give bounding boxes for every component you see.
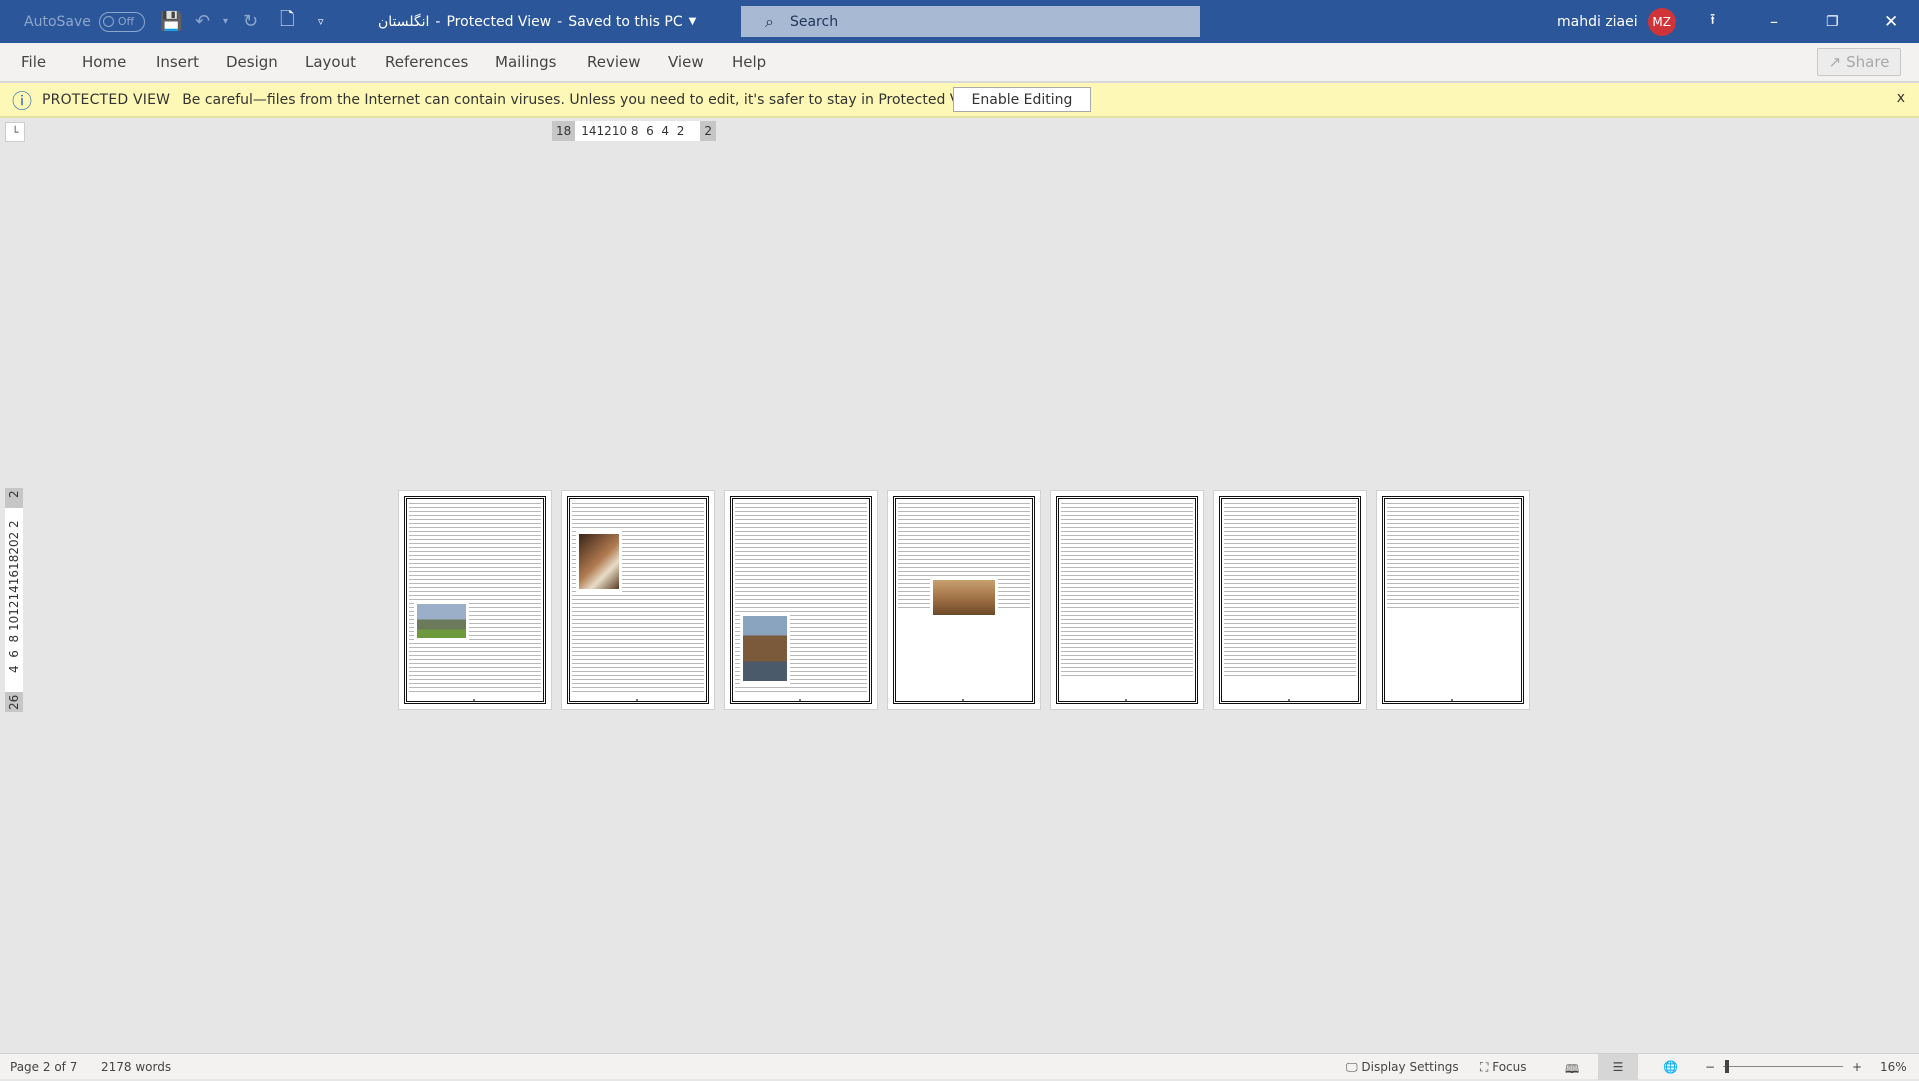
vruler-bottom: 26 — [7, 694, 21, 710]
page-thumbnail[interactable] — [1213, 490, 1367, 710]
new-document-icon[interactable]: 🗋 — [280, 0, 294, 43]
page-number — [1125, 699, 1127, 701]
vertical-ruler[interactable]: 26 4 6 8 1012141618202 2 2 — [5, 488, 23, 712]
share-label: Share — [1846, 53, 1890, 71]
undo-dropdown-icon[interactable]: ▾ — [223, 0, 228, 43]
tab-help[interactable]: Help — [732, 53, 766, 71]
page-text — [1387, 503, 1519, 610]
doc-name: انگلستان — [378, 13, 430, 30]
page-text — [572, 503, 704, 695]
restore-icon[interactable]: ❐ — [1826, 0, 1839, 43]
view-mode: Protected View — [446, 13, 552, 30]
enable-editing-button[interactable]: Enable Editing — [953, 87, 1091, 112]
shield-info-icon: ⓘ — [12, 89, 32, 113]
tab-design[interactable]: Design — [226, 53, 278, 71]
chevron-down-icon: ▼ — [688, 16, 697, 27]
zoom-level[interactable]: 16% — [1880, 1060, 1907, 1074]
page-thumbnail[interactable] — [724, 490, 878, 710]
autosave-toggle[interactable]: AutoSave Off — [24, 0, 145, 43]
tab-mailings[interactable]: Mailings — [495, 53, 556, 71]
page-thumbnail[interactable] — [561, 490, 715, 710]
zoom-slider-thumb[interactable] — [1725, 1060, 1729, 1073]
page-number — [636, 699, 638, 701]
zoom-slider[interactable] — [1723, 1066, 1843, 1067]
ruler-left-margin: 18 — [552, 121, 576, 141]
ribbon-display-options-icon[interactable]: ⭱ — [1710, 0, 1715, 43]
display-icon: 🖵 — [1346, 1060, 1358, 1074]
read-mode-icon[interactable]: 🕮 — [1565, 1060, 1579, 1081]
page-text — [1061, 503, 1193, 676]
focus-icon: ⛶ — [1480, 1060, 1489, 1074]
page-thumbnail[interactable] — [887, 490, 1041, 710]
vruler-ticks: 4 6 8 1012141618202 2 — [7, 519, 21, 673]
search-box[interactable]: ⌕ Search — [741, 6, 1200, 37]
protected-view-message: Be careful—files from the Internet can c… — [182, 91, 987, 108]
autosave-state: Off — [117, 15, 135, 28]
search-icon: ⌕ — [765, 11, 774, 31]
horizontal-ruler[interactable]: 18 141210 8 6 4 2 2 — [552, 121, 716, 141]
page-thumbnail[interactable] — [1050, 490, 1204, 710]
tab-layout[interactable]: Layout — [305, 53, 356, 71]
title-bar: AutoSave Off 💾 ↶ ▾ ↻ 🗋 ▿ انگلستان - Prote… — [0, 0, 1919, 43]
ruler-ticks: 141210 8 6 4 2 — [581, 124, 685, 138]
tab-review[interactable]: Review — [587, 53, 641, 71]
account[interactable]: mahdi ziaei MZ — [1557, 0, 1676, 43]
page-number — [799, 699, 801, 701]
save-state: Saved to this PC — [568, 13, 683, 30]
display-settings-button[interactable]: 🖵 Display Settings — [1346, 1060, 1459, 1075]
page-number — [962, 699, 964, 701]
page-image — [930, 577, 998, 618]
page-image — [576, 531, 622, 592]
web-layout-icon[interactable]: 🌐 — [1663, 1060, 1678, 1074]
document-title[interactable]: انگلستان - Protected View - Saved to this … — [378, 0, 696, 43]
close-bar-icon[interactable]: x — [1897, 90, 1905, 106]
page-image — [414, 601, 469, 641]
page-number — [1288, 699, 1290, 701]
page-count[interactable]: Page 2 of 7 — [10, 1060, 77, 1074]
search-placeholder: Search — [789, 13, 839, 30]
tab-file[interactable]: File — [21, 53, 46, 71]
close-icon[interactable]: ✕ — [1884, 0, 1898, 43]
tab-home[interactable]: Home — [82, 53, 126, 71]
ribbon-tabs: File Home Insert Design Layout Reference… — [0, 43, 1919, 81]
tab-insert[interactable]: Insert — [156, 53, 199, 71]
avatar: MZ — [1647, 7, 1676, 36]
save-icon[interactable]: 💾 — [160, 0, 182, 43]
customize-toolbar-icon[interactable]: ▿ — [318, 0, 324, 43]
share-icon: ↗ — [1828, 53, 1842, 71]
undo-icon[interactable]: ↶ — [195, 0, 210, 43]
page-thumbnail[interactable] — [1376, 490, 1530, 710]
page-number — [473, 699, 475, 701]
status-bar: Page 2 of 7 2178 words 🖵 Display Setting… — [0, 1053, 1919, 1081]
tab-view[interactable]: View — [668, 53, 704, 71]
vruler-top: 2 — [7, 490, 21, 498]
tab-references[interactable]: References — [385, 53, 468, 71]
focus-button[interactable]: ⛶ Focus — [1480, 1060, 1527, 1075]
tab-selector[interactable]: └ — [5, 122, 25, 142]
share-button[interactable]: ↗ Share — [1817, 48, 1901, 76]
word-count[interactable]: 2178 words — [101, 1060, 171, 1074]
protected-view-bar: ⓘ PROTECTED VIEW Be careful—files from t… — [0, 81, 1919, 118]
page-image — [740, 613, 790, 684]
page-number — [1451, 699, 1453, 701]
redo-icon[interactable]: ↻ — [243, 0, 258, 43]
page-text — [409, 503, 541, 695]
ruler-right-margin: 2 — [700, 121, 716, 141]
protected-view-title: PROTECTED VIEW — [42, 91, 171, 108]
user-name: mahdi ziaei — [1557, 13, 1638, 30]
print-layout-icon[interactable]: ☰ — [1598, 1054, 1638, 1080]
zoom-out-button[interactable]: − — [1705, 1060, 1715, 1074]
minimize-icon[interactable]: – — [1770, 0, 1778, 43]
page-text — [1224, 503, 1356, 676]
zoom-in-button[interactable]: + — [1852, 1060, 1862, 1074]
autosave-label: AutoSave — [24, 13, 91, 30]
page-thumbnail[interactable] — [398, 490, 552, 710]
